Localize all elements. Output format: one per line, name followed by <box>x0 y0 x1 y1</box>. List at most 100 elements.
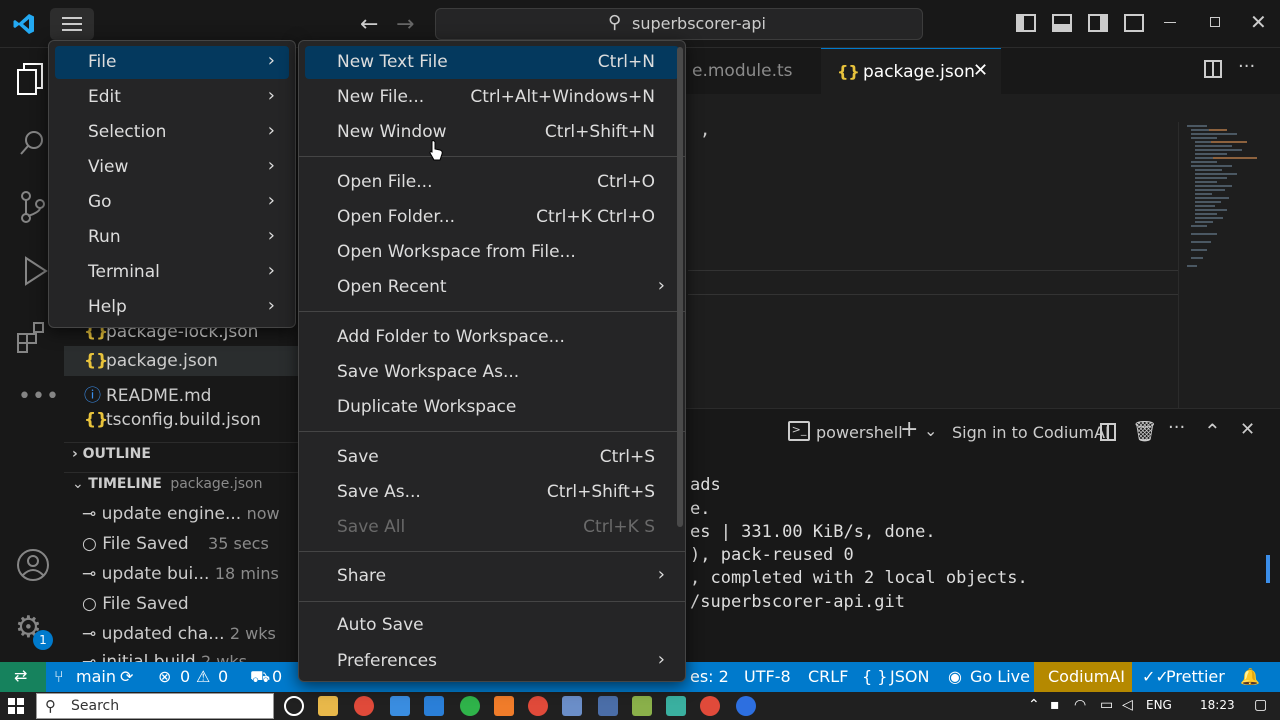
new-terminal-icon[interactable]: + <box>900 417 918 442</box>
hamburger-menu-icon[interactable] <box>50 8 94 40</box>
menu-item-preferences[interactable]: Preferences › <box>305 645 679 678</box>
menu-item-view[interactable]: View › <box>55 151 289 184</box>
menu-item-file[interactable]: File › <box>55 46 289 79</box>
codium-signin-link[interactable]: Sign in to CodiumAI <box>952 423 1110 442</box>
menu-item-auto-save[interactable]: Auto Save <box>305 609 679 642</box>
taskbar-search[interactable]: ⚲ Search <box>36 693 274 719</box>
notification-icon[interactable]: ▢ <box>1254 697 1267 713</box>
prettier-status[interactable]: Prettier <box>1166 667 1225 686</box>
branch-label[interactable]: main <box>76 667 116 686</box>
clock[interactable]: 18:23 <box>1200 698 1235 712</box>
menu-item-edit[interactable]: Edit › <box>55 81 289 114</box>
more-icon[interactable]: ••• <box>18 384 60 409</box>
timeline-item[interactable]: ○ File Saved 35 secs <box>82 534 269 554</box>
timeline-section-header[interactable]: ⌄ TIMELINE package.json <box>72 476 263 492</box>
forward-arrow-icon[interactable]: → <box>396 12 414 37</box>
timeline-item[interactable]: ⊸ initial build 2 wks <box>82 652 247 662</box>
command-center-search[interactable]: ⚲ superbscorer-api <box>435 8 923 40</box>
minimize-icon[interactable] <box>1164 22 1176 23</box>
minimap[interactable] <box>1178 122 1280 408</box>
close-panel-icon[interactable]: ✕ <box>1240 419 1255 440</box>
menu-item-run[interactable]: Run › <box>55 221 289 254</box>
timeline-item[interactable]: ⊸ update bui... 18 mins <box>82 564 279 584</box>
back-arrow-icon[interactable]: ← <box>360 12 378 37</box>
explorer-icon[interactable] <box>16 62 46 96</box>
language-status[interactable]: JSON <box>890 667 929 686</box>
menu-item-new-text-file[interactable]: New Text File Ctrl+N <box>305 46 679 79</box>
wifi-icon[interactable]: ◠ <box>1074 697 1086 713</box>
menu-scrollbar[interactable] <box>677 47 683 527</box>
error-count[interactable]: 0 <box>180 667 190 686</box>
menu-item-save-as[interactable]: Save As... Ctrl+Shift+S <box>305 476 679 509</box>
app-icon[interactable] <box>598 696 618 716</box>
whatsapp-icon[interactable] <box>460 696 480 716</box>
customize-layout-icon[interactable] <box>1124 14 1144 32</box>
chrome-icon[interactable] <box>354 696 374 716</box>
windows-start-icon[interactable] <box>8 698 24 714</box>
menu-item-open-file[interactable]: Open File... Ctrl+O <box>305 166 679 199</box>
chrome-icon[interactable] <box>528 696 548 716</box>
chevron-up-icon[interactable]: ⌃ <box>1028 697 1040 713</box>
menu-item-new-window[interactable]: New Window Ctrl+Shift+N <box>305 116 679 149</box>
toggle-panel-icon[interactable] <box>1052 14 1072 32</box>
codium-status[interactable]: CodiumAI <box>1034 662 1132 692</box>
menu-item-save[interactable]: Save Ctrl+S <box>305 441 679 474</box>
app-icon[interactable] <box>632 696 652 716</box>
menu-item-open-folder[interactable]: Open Folder... Ctrl+K Ctrl+O <box>305 201 679 234</box>
menu-item-terminal[interactable]: Terminal › <box>55 256 289 289</box>
toggle-secondary-sidebar-icon[interactable] <box>1088 14 1108 32</box>
menu-item-open-workspace[interactable]: Open Workspace from File... <box>305 236 679 269</box>
menu-item-new-file[interactable]: New File... Ctrl+Alt+Windows+N <box>305 81 679 114</box>
split-editor-icon[interactable] <box>1204 60 1222 78</box>
extensions-icon[interactable] <box>16 320 50 354</box>
tab-module[interactable]: e.module.ts <box>688 48 816 94</box>
battery-icon[interactable]: ▭ <box>1100 697 1113 713</box>
close-tab-icon[interactable]: ✕ <box>973 60 988 81</box>
run-debug-icon[interactable] <box>18 254 48 288</box>
menu-item-help[interactable]: Help › <box>55 291 289 324</box>
menu-item-duplicate-workspace[interactable]: Duplicate Workspace <box>305 391 679 424</box>
timeline-item[interactable]: ⊸ updated cha... 2 wks <box>82 624 276 644</box>
terminal-shell-label[interactable]: powershell <box>816 423 903 442</box>
outline-section-header[interactable]: › OUTLINE <box>72 446 151 462</box>
tray-icon[interactable]: ▪ <box>1050 697 1060 713</box>
task-view-icon[interactable] <box>284 696 304 716</box>
go-live-button[interactable]: Go Live <box>970 667 1030 686</box>
encoding-status[interactable]: UTF-8 <box>744 667 791 686</box>
app-icon[interactable] <box>562 696 582 716</box>
timeline-item[interactable]: ⊸ update engine... now <box>82 504 280 524</box>
chrome-icon[interactable] <box>700 696 720 716</box>
language-indicator[interactable]: ENG <box>1146 698 1172 712</box>
close-window-icon[interactable]: ✕ <box>1250 10 1267 34</box>
vscode-taskbar-icon[interactable] <box>424 696 444 716</box>
menu-item-selection[interactable]: Selection › <box>55 116 289 149</box>
accounts-icon[interactable] <box>16 548 50 582</box>
menu-item-share[interactable]: Share › <box>305 560 679 593</box>
maximize-panel-icon[interactable]: ⌃ <box>1204 419 1221 443</box>
split-terminal-icon[interactable] <box>1100 423 1116 441</box>
volume-icon[interactable]: ◁ <box>1122 697 1133 713</box>
sync-icon[interactable]: ⟳ <box>120 667 133 686</box>
toggle-sidebar-icon[interactable] <box>1016 14 1036 32</box>
file-item[interactable]: ⓘ README.md <box>84 381 211 409</box>
chevron-down-icon[interactable]: ⌄ <box>924 421 937 440</box>
menu-item-go[interactable]: Go › <box>55 186 289 219</box>
file-item[interactable]: {}tsconfig.build.json <box>84 410 261 438</box>
file-explorer-icon[interactable] <box>318 696 338 716</box>
search-view-icon[interactable] <box>18 128 48 158</box>
timeline-item[interactable]: ○ File Saved <box>82 594 189 614</box>
mail-icon[interactable] <box>390 696 410 716</box>
ports-count[interactable]: 0 <box>272 667 282 686</box>
app-icon[interactable] <box>494 696 514 716</box>
more-actions-icon[interactable]: ··· <box>1168 417 1185 438</box>
bell-icon[interactable]: 🔔 <box>1240 667 1260 686</box>
zoom-icon[interactable] <box>736 696 756 716</box>
trash-icon[interactable]: 🗑 <box>1132 419 1157 443</box>
file-item[interactable]: {}package.json <box>84 351 218 379</box>
tab-package-json[interactable]: {} package.json ✕ <box>821 48 1001 94</box>
warning-count[interactable]: 0 <box>218 667 228 686</box>
menu-item-open-recent[interactable]: Open Recent › <box>305 271 679 304</box>
indentation-status[interactable]: es: 2 <box>690 667 729 686</box>
eol-status[interactable]: CRLF <box>808 667 848 686</box>
menu-item-add-folder[interactable]: Add Folder to Workspace... <box>305 321 679 354</box>
